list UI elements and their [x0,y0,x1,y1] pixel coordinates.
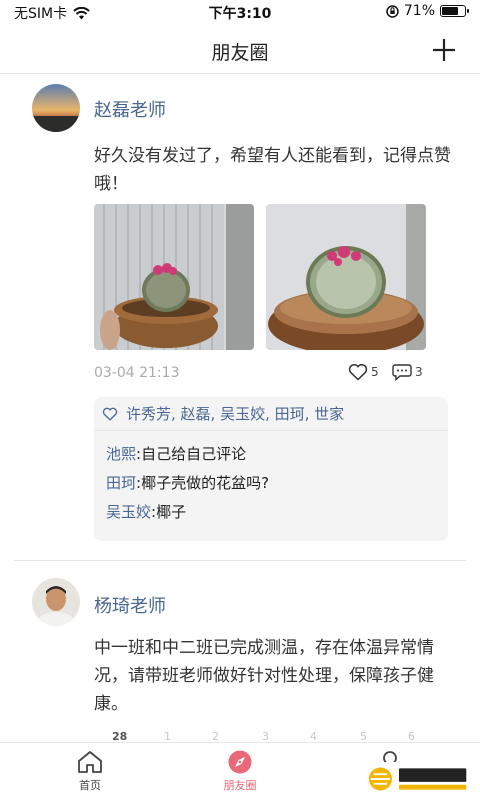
comment-text: 自己给自己评论 [141,445,247,463]
post-photo-1[interactable] [94,204,254,350]
avatar-sunset-image [32,84,80,132]
comment-author[interactable]: 池熙 [106,443,136,464]
heart-outline-icon [102,407,118,421]
watermark-mark-icon [368,767,392,791]
tab-label: 首页 [79,779,101,792]
comment-icon [392,364,412,381]
likes-row: 许秀芳, 赵磊, 吴玉姣, 田珂, 世家 [94,397,448,431]
nav-bar: 朋友圈 [0,28,480,74]
battery-level [442,7,458,15]
watermark-wordmark [398,768,467,790]
post-author[interactable]: 赵磊老师 [94,96,166,122]
status-right: 71% [386,3,469,19]
comment-author[interactable]: 田珂 [106,472,136,493]
comment-item[interactable]: 池熙: 自己给自己评论 [94,439,448,468]
avatar[interactable] [32,84,80,132]
avatar[interactable] [32,578,80,626]
battery-icon [440,5,469,17]
post-author[interactable]: 杨琦老师 [94,592,166,618]
comment-text: 椰子 [156,503,187,521]
post-text: 好久没有发过了，希望有人还能看到，记得点赞哦！ [94,146,451,194]
comment-text: 椰子壳做的花盆吗? [141,474,270,492]
likes-names[interactable]: 许秀芳, 赵磊, 吴玉姣, 田珂, 世家 [126,403,344,424]
home-icon [78,751,102,773]
post-text: 中一班和中二班已完成测温，存在体温异常情况，请带班老师做好针对性处理，保障孩子健… [94,638,434,714]
comment-item[interactable]: 田珂: 椰子壳做的花盆吗? [94,468,448,497]
comment-item[interactable]: 吴玉姣: 椰子 [94,497,448,526]
cactus-pot-photo [266,204,426,350]
rotation-lock-icon [386,4,399,18]
heart-icon [348,364,368,381]
comment-count: 3 [415,365,423,379]
watermark-logo [362,762,474,796]
like-button[interactable]: 5 [348,363,379,381]
comment-author[interactable]: 吴玉姣 [106,501,151,522]
like-count: 5 [371,365,379,379]
comment-button[interactable]: 3 [392,363,423,381]
page-title: 朋友圈 [211,42,269,64]
status-bar: 无SIM卡 下午3:10 71% [0,0,480,24]
battery-percent: 71% [403,3,435,19]
cactus-coconut-photo [94,204,254,350]
avatar-person-image [32,578,80,626]
post-divider [14,560,466,561]
likes-comments-box: 许秀芳, 赵磊, 吴玉姣, 田珂, 世家 池熙: 自己给自己评论 田珂: 椰子壳做的… [94,397,448,541]
tab-moments[interactable]: 朋友圈 [200,749,280,793]
add-post-button[interactable] [428,34,460,66]
post-photo-2[interactable] [266,204,426,350]
post-time: 03-04 21:13 [94,365,180,381]
tab-label: 朋友圈 [223,779,257,792]
compass-icon [228,750,252,774]
tab-home[interactable]: 首页 [50,749,130,793]
